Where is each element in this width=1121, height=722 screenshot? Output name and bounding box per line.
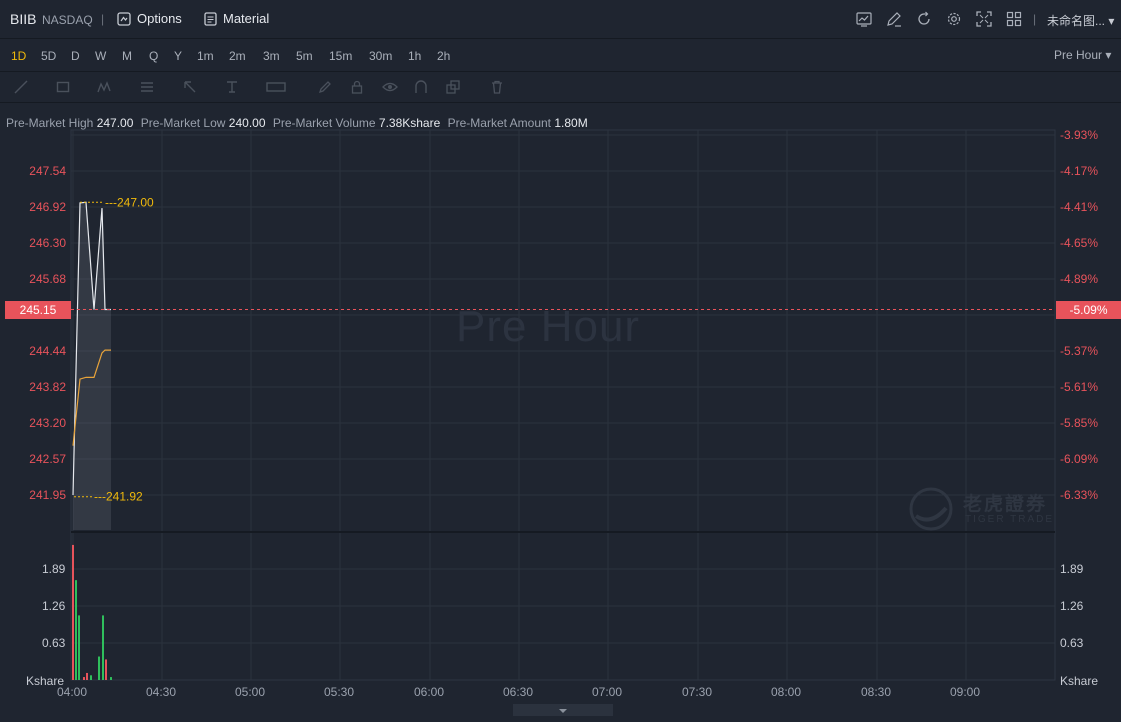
pct-axis-label: -5.61% (1060, 380, 1099, 394)
volume-bar (83, 677, 85, 680)
pct-axis-label: -6.09% (1060, 452, 1099, 466)
time-axis-label: 05:30 (324, 685, 355, 699)
volume-bar (105, 659, 107, 680)
volume-bar (75, 580, 77, 680)
volume-bar (110, 677, 112, 680)
pct-axis-label: -4.65% (1060, 236, 1099, 250)
pct-axis-label: -5.37% (1060, 344, 1099, 358)
time-axis-label: 04:30 (146, 685, 177, 699)
time-axis-label: 08:00 (771, 685, 802, 699)
volume-axis-label-right: 0.63 (1060, 636, 1084, 650)
volume-bar (78, 615, 80, 680)
pct-axis-label: -5.85% (1060, 416, 1099, 430)
pct-axis-label: -4.41% (1060, 200, 1099, 214)
price-axis-label: 246.30 (29, 236, 66, 250)
high-marker-label: ---247.00 (105, 195, 154, 209)
pct-axis-label: -4.17% (1060, 164, 1099, 178)
time-axis-label: 05:00 (235, 685, 266, 699)
volume-bar (72, 544, 74, 680)
price-axis-label: 241.95 (29, 488, 66, 502)
time-axis-label: 06:00 (414, 685, 445, 699)
volume-axis-label-left: 0.63 (42, 636, 66, 650)
volume-axis-label-left: 1.89 (42, 562, 66, 576)
tiger-logo-icon (909, 487, 953, 531)
price-axis-label: 243.20 (29, 416, 66, 430)
pct-axis-label: -6.33% (1060, 488, 1099, 502)
pct-axis-label: -4.89% (1060, 272, 1099, 286)
price-chart[interactable]: ---247.00 ---241.92 (0, 0, 1121, 718)
volume-axis-label-right: Kshare (1060, 674, 1099, 688)
time-axis-label: 08:30 (861, 685, 892, 699)
time-axis-label: 09:00 (950, 685, 981, 699)
session-watermark: Pre Hour (456, 302, 641, 351)
time-axis-label: 07:00 (592, 685, 623, 699)
time-axis-label: 06:30 (503, 685, 534, 699)
price-axis-label: 242.57 (29, 452, 66, 466)
low-marker-label: ---241.92 (94, 490, 143, 504)
volume-bar (90, 675, 92, 680)
price-axis-label: 244.44 (29, 344, 66, 358)
volume-axis-label-right: 1.89 (1060, 562, 1084, 576)
chart-frame (70, 129, 1056, 681)
price-axis-label: 246.92 (29, 200, 66, 214)
pct-axis-label: -3.93% (1060, 128, 1099, 142)
brand-logo-en: TIGER TRADE (965, 514, 1055, 525)
price-axis-label: 247.54 (29, 164, 66, 178)
caret-down-icon (559, 709, 567, 713)
volume-bar (98, 656, 100, 680)
volume-axis-label-right: 1.26 (1060, 599, 1084, 613)
price-axis-label: 245.68 (29, 272, 66, 286)
price-axis-label: 243.82 (29, 380, 66, 394)
time-axis-label: 07:30 (682, 685, 713, 699)
panel-resize-handle[interactable] (513, 704, 613, 716)
time-axis-label: 04:00 (57, 685, 88, 699)
volume-bar (102, 615, 104, 680)
current-price-tag: 245.15 (5, 300, 71, 319)
current-pct-tag: -5.09% (1056, 300, 1121, 319)
volume-bar (86, 672, 88, 680)
volume-axis-label-left: 1.26 (42, 599, 66, 613)
brand-logo-cn: 老虎證券 (963, 494, 1048, 515)
